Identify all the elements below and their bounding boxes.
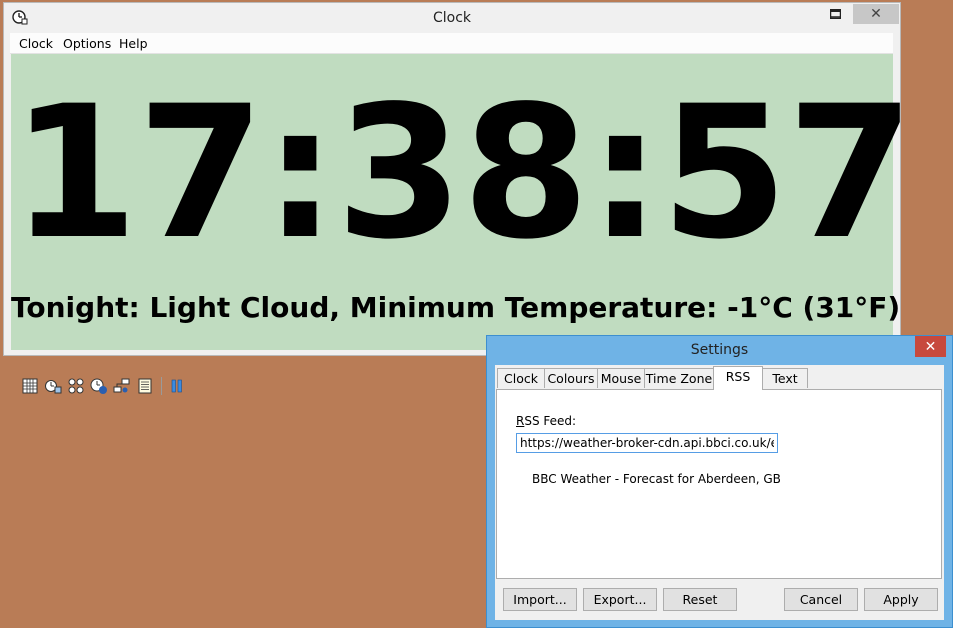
menu-bar: Clock Options Help — [10, 33, 893, 54]
tab-mouse[interactable]: Mouse — [597, 368, 645, 388]
alarm-icon[interactable] — [44, 377, 62, 395]
clock-icon[interactable] — [90, 377, 108, 395]
rss-feed-input[interactable] — [516, 433, 778, 453]
time-display: 17:38:57 — [11, 67, 914, 280]
export-button[interactable]: Export... — [583, 588, 657, 611]
tab-colours[interactable]: Colours — [544, 368, 598, 388]
network-icon[interactable] — [113, 377, 131, 395]
tab-clock[interactable]: Clock — [497, 368, 545, 388]
dialog-body: Clock Colours Mouse Time Zone RSS Text R… — [495, 365, 944, 620]
close-icon: ✕ — [924, 338, 937, 355]
tab-time-zone[interactable]: Time Zone — [644, 368, 714, 388]
close-icon: ✕ — [870, 6, 882, 22]
menu-options[interactable]: Options — [63, 36, 111, 51]
rss-feed-label: RSS Feed: — [516, 414, 576, 428]
menu-clock[interactable]: Clock — [19, 36, 53, 51]
rss-label-text: SS Feed: — [524, 414, 577, 428]
notes-icon[interactable] — [136, 377, 154, 395]
rss-tab-panel: RSS Feed: BBC Weather - Forecast for Abe… — [496, 389, 942, 579]
import-button[interactable]: Import... — [503, 588, 577, 611]
calendar-icon[interactable] — [21, 377, 39, 395]
title-bar[interactable]: Clock ✕ — [4, 3, 900, 33]
reset-button[interactable]: Reset — [663, 588, 737, 611]
apply-button[interactable]: Apply — [864, 588, 938, 611]
dialog-title: Settings — [690, 342, 749, 358]
tab-rss[interactable]: RSS — [713, 366, 763, 390]
toolbar-separator — [161, 377, 162, 395]
clock-face[interactable]: 17:38:57 Tonight: Light Cloud, Minimum T… — [11, 54, 914, 395]
settings-dialog: Settings ✕ Clock Colours Mouse Time Zone… — [486, 335, 953, 628]
feed-title-text: BBC Weather - Forecast for Aberdeen, GB — [532, 472, 781, 486]
menu-help[interactable]: Help — [119, 36, 148, 51]
dialog-close-button[interactable]: ✕ — [915, 336, 946, 357]
window-title: Clock — [432, 10, 472, 26]
rss-ticker-text: Tonight: Light Cloud, Minimum Temperatur… — [11, 291, 901, 324]
clock-window: Clock ✕ Clock Options Help 17:38:57 Toni… — [3, 2, 914, 395]
maximize-button[interactable] — [820, 4, 850, 24]
cancel-button[interactable]: Cancel — [784, 588, 858, 611]
tab-text[interactable]: Text — [762, 368, 808, 388]
timer-icon[interactable] — [67, 377, 85, 395]
close-button[interactable]: ✕ — [853, 4, 899, 24]
clock-toolbar — [21, 376, 191, 396]
pause-icon[interactable] — [168, 377, 186, 395]
